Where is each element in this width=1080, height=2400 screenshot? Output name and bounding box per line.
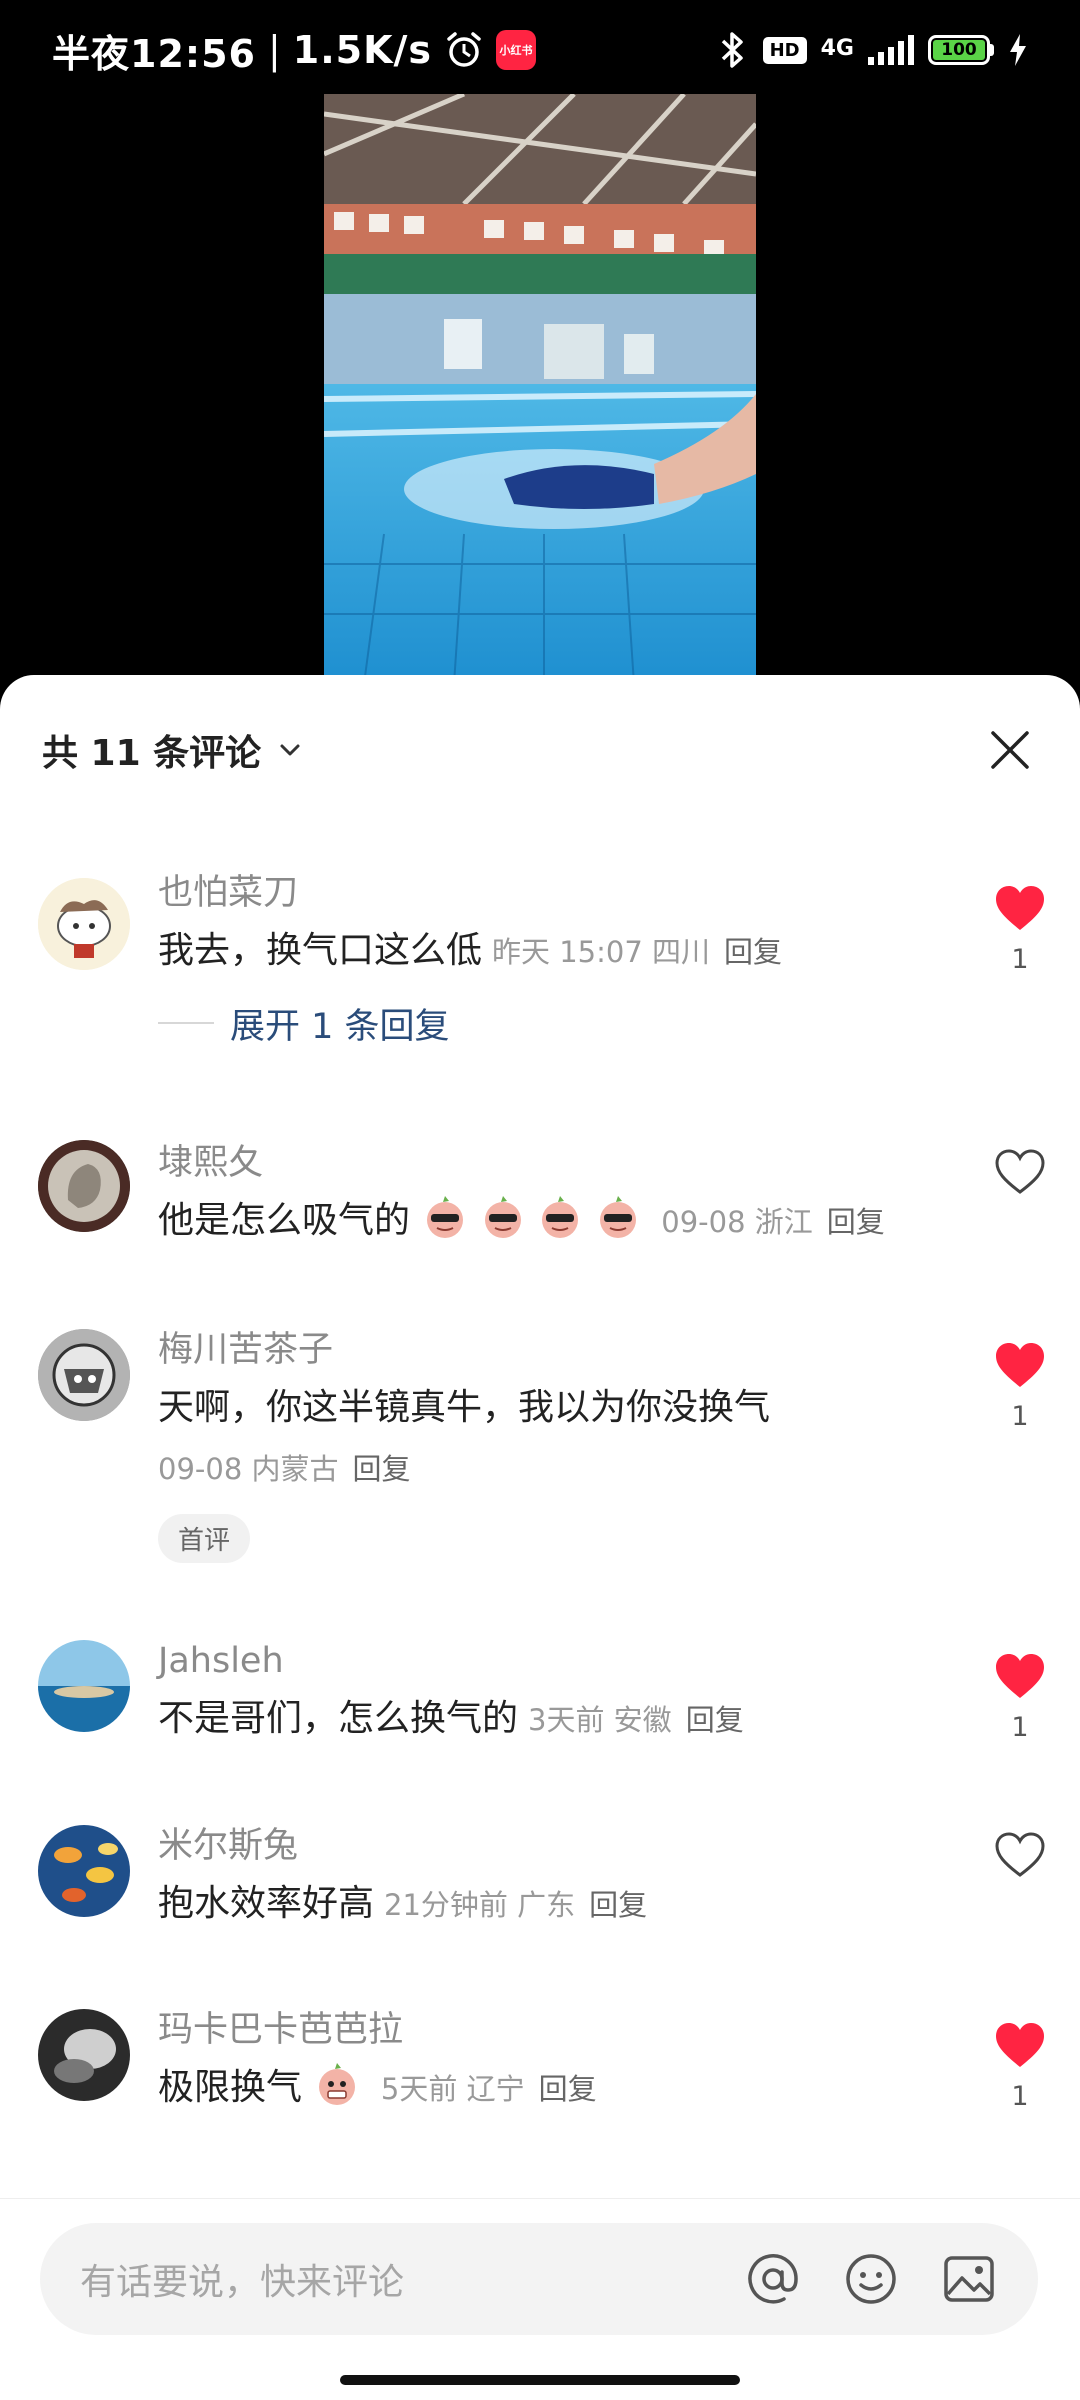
comment-text: 抱水效率好高 bbox=[158, 1883, 375, 1924]
comment-text-line: 我去，换气口这么低 昨天 15:07 四川 回复 bbox=[158, 918, 940, 985]
expand-replies[interactable]: 展开 1 条回复 bbox=[158, 993, 940, 1053]
close-icon bbox=[991, 731, 1029, 769]
first-comment-tag: 首评 bbox=[158, 1514, 251, 1563]
heart-filled-icon bbox=[996, 886, 1044, 930]
comments-header: 共 11 条评论 bbox=[0, 690, 1080, 810]
heart-outline-icon bbox=[995, 1149, 1045, 1194]
status-time: 半夜12:56 bbox=[52, 31, 256, 76]
comment-meta: 21分钟前 广东 bbox=[384, 1888, 576, 1922]
chevron-down-icon[interactable] bbox=[277, 737, 303, 763]
comment-text: 天啊，你这半镜真牛，我以为你没换气 bbox=[158, 1387, 771, 1428]
bluetooth-icon bbox=[721, 32, 743, 68]
like-count: 1 bbox=[1011, 2081, 1029, 2112]
comment-meta: 3天前 安徽 bbox=[528, 1703, 672, 1737]
cool-face-emoji-icon bbox=[542, 1196, 579, 1238]
comment-username[interactable]: 米尔斯兔 bbox=[158, 1821, 940, 1871]
avatar-fish-image bbox=[38, 1825, 130, 1917]
comment-username[interactable]: 玛卡巴卡芭芭拉 bbox=[158, 2005, 940, 2055]
heart-filled-icon bbox=[996, 1343, 1044, 1387]
xiaohongshu-app-icon: 小红书 bbox=[496, 30, 537, 70]
comment-meta: 5天前 辽宁 bbox=[380, 2072, 525, 2106]
comment-username[interactable]: 梅川苦茶子 bbox=[158, 1325, 940, 1375]
comment-text-line: 天啊，你这半镜真牛，我以为你没换气 bbox=[158, 1375, 940, 1441]
reply-button[interactable]: 回复 bbox=[686, 1703, 744, 1737]
comment-username[interactable]: 也怕菜刀 bbox=[158, 868, 940, 918]
like-button[interactable]: 1 bbox=[984, 884, 1056, 975]
reply-button[interactable]: 回复 bbox=[539, 2072, 597, 2106]
comment-username[interactable]: 埭熙夂 bbox=[158, 1138, 940, 1188]
heart-outline-icon bbox=[995, 1832, 1045, 1877]
reply-button[interactable]: 回复 bbox=[827, 1205, 885, 1239]
avatar-bw-photo-image bbox=[38, 2009, 130, 2101]
heart-filled-icon bbox=[996, 2023, 1044, 2067]
like-count: 1 bbox=[1011, 1401, 1029, 1432]
signal-icon bbox=[868, 35, 914, 65]
like-button[interactable] bbox=[984, 1148, 1056, 1208]
avatar[interactable] bbox=[38, 1140, 130, 1232]
avatar-cartoon-image bbox=[38, 878, 130, 970]
comment-text: 不是哥们，怎么换气的 bbox=[158, 1698, 519, 1739]
charging-icon bbox=[1010, 34, 1026, 66]
avatar[interactable] bbox=[38, 878, 130, 970]
comment-text-line: 他是怎么吸气的 09-08 浙江 回复 bbox=[158, 1188, 940, 1255]
emoji-icon[interactable] bbox=[842, 2250, 900, 2308]
comment-meta: 09-08 内蒙古 bbox=[158, 1452, 339, 1486]
reply-button[interactable]: 回复 bbox=[589, 1888, 647, 1922]
like-button[interactable]: 1 bbox=[984, 1652, 1056, 1743]
avatar[interactable] bbox=[38, 1825, 130, 1917]
hd-badge: HD bbox=[762, 36, 807, 64]
status-separator: | bbox=[267, 28, 281, 72]
like-count: 1 bbox=[1011, 944, 1029, 975]
comment-text-line: 极限换气 5天前 辽宁 回复 bbox=[158, 2055, 940, 2122]
reply-button[interactable]: 回复 bbox=[353, 1452, 411, 1486]
comment-text-line: 抱水效率好高 21分钟前 广东 回复 bbox=[158, 1871, 940, 1938]
avatar-sketch-image bbox=[38, 1329, 130, 1421]
heart-filled-icon bbox=[996, 1654, 1044, 1698]
home-indicator[interactable] bbox=[340, 2375, 740, 2385]
like-button[interactable]: 1 bbox=[984, 1341, 1056, 1432]
video-player[interactable] bbox=[324, 94, 756, 684]
comment-text: 我去，换气口这么低 bbox=[158, 930, 483, 971]
comment-meta-line: 09-08 内蒙古 回复 bbox=[158, 1441, 940, 1502]
comment-count[interactable]: 共 11 条评论 bbox=[42, 724, 261, 776]
network-speed: 1.5K/s bbox=[292, 28, 433, 72]
comment-input[interactable]: 有话要说，快来评论 bbox=[40, 2223, 1038, 2335]
avatar-coin-image bbox=[38, 1140, 130, 1232]
avatar[interactable] bbox=[38, 2009, 130, 2101]
grimace-face-emoji-icon bbox=[319, 2063, 356, 2105]
comment-meta: 09-08 浙江 bbox=[661, 1205, 813, 1239]
like-button[interactable]: 1 bbox=[984, 2021, 1056, 2112]
like-button[interactable] bbox=[984, 1831, 1056, 1891]
reply-button[interactable]: 回复 bbox=[724, 935, 782, 969]
expand-replies-label[interactable]: 展开 1 条回复 bbox=[230, 998, 450, 1049]
like-count: 1 bbox=[1011, 1712, 1029, 1743]
cool-face-emoji-icon bbox=[427, 1196, 464, 1238]
comment-text: 他是怎么吸气的 bbox=[158, 1200, 411, 1241]
comment-text-line: 不是哥们，怎么换气的 3天前 安徽 回复 bbox=[158, 1686, 940, 1753]
battery-icon: 100 bbox=[928, 35, 994, 65]
comment-meta: 昨天 15:07 四川 bbox=[492, 935, 711, 969]
close-button[interactable] bbox=[980, 720, 1040, 780]
expand-divider bbox=[158, 1022, 214, 1024]
app-badge-label: 小红书 bbox=[499, 44, 533, 57]
avatar-seascape-image bbox=[38, 1640, 130, 1732]
network-type: 4G bbox=[820, 36, 854, 61]
comment-username[interactable]: Jahsleh bbox=[158, 1636, 940, 1686]
battery-level: 100 bbox=[933, 40, 985, 60]
comment-text: 极限换气 bbox=[158, 2067, 303, 2108]
cool-face-emoji-icon bbox=[599, 1196, 636, 1238]
avatar[interactable] bbox=[38, 1329, 130, 1421]
avatar[interactable] bbox=[38, 1640, 130, 1732]
alarm-icon bbox=[447, 32, 481, 67]
at-mention-icon[interactable] bbox=[744, 2250, 802, 2308]
comment-input-placeholder[interactable]: 有话要说，快来评论 bbox=[80, 2253, 744, 2305]
swimming-pool-video-frame bbox=[324, 94, 756, 684]
status-bar: 半夜12:56 | 1.5K/s 小红书 HD 4G 100 bbox=[0, 0, 1080, 100]
comment-input-bar: 有话要说，快来评论 bbox=[0, 2198, 1080, 2348]
image-icon[interactable] bbox=[940, 2250, 998, 2308]
cool-face-emoji-icon bbox=[484, 1196, 521, 1238]
